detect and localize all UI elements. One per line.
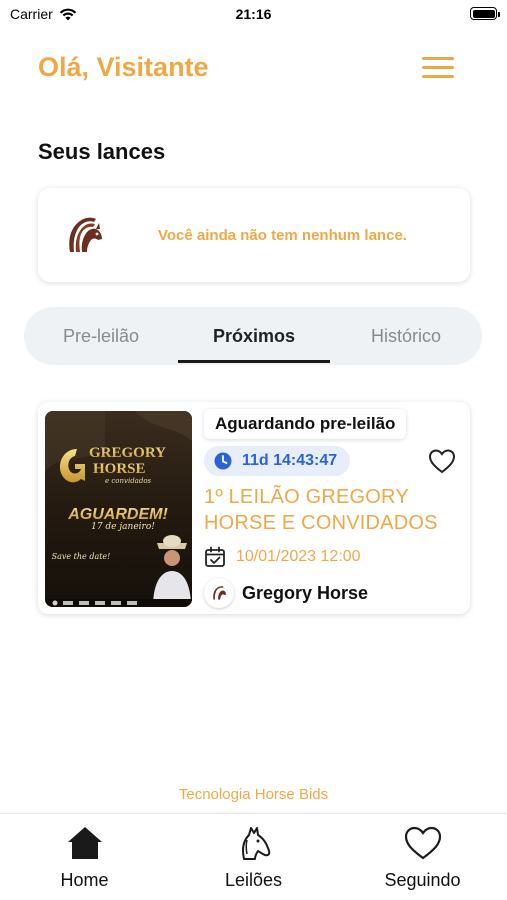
active-tab-indicator [178,360,330,363]
poster-date-line: 17 de janeiro! [91,522,155,532]
tab-pre-leilao[interactable]: Pre-leilão [24,307,178,365]
auction-poster-image: GREGORY HORSE e convidados AGUARDEM! 17 … [45,411,192,607]
nav-home[interactable]: Home [0,814,169,900]
poster-tagline: Save the date! [52,552,111,561]
tab-proximos[interactable]: Próximos [178,307,330,365]
horse-head-icon [241,827,270,860]
hamburger-menu-icon[interactable] [422,55,456,81]
bids-section-title: Seus lances [38,139,166,164]
bottom-navigation: Home Leilões Seguindo [0,813,507,900]
auction-owner-row[interactable]: Gregory Horse [204,578,368,608]
poster-brand-sub: e convidados [105,477,152,485]
owner-avatar [204,578,234,608]
poster-brand-bottom: HORSE [93,461,146,477]
nav-leiloes-label: Leilões [224,870,283,890]
nav-seguindo[interactable]: Seguindo [338,814,507,900]
poster-brand-top: GREGORY [89,445,166,461]
clock-icon [214,452,232,470]
countdown-badge: 11d 14:43:47 [204,446,351,476]
powered-by-text: Tecnologia Horse Bids [178,786,329,803]
calendar-check-icon [205,546,225,567]
horse-bids-logo-icon [69,217,102,252]
greeting-title: Olá, Visitante [38,52,209,82]
auction-title: 1º LEILÃO GREGORY HORSE E CONVIDADOS [204,486,438,534]
bids-empty-card: Você ainda não tem nenhum lance. [38,188,470,282]
auction-card[interactable]: GREGORY HORSE e convidados AGUARDEM! 17 … [38,402,470,614]
clock: 21:16 [235,6,272,22]
auction-date-row: 10/01/2023 12:00 [204,546,361,568]
tab-historico[interactable]: Histórico [330,307,482,365]
horse-bids-logo-icon [213,586,227,600]
auction-date: 10/01/2023 12:00 [236,548,361,565]
battery-icon [470,7,500,20]
poster-headline: AGUARDEM! [67,506,168,523]
countdown-text: 11d 14:43:47 [242,452,338,469]
home-icon [67,827,102,859]
owner-name: Gregory Horse [242,582,369,603]
poster-artwork: GREGORY HORSE e convidados AGUARDEM! 17 … [45,411,192,607]
favorite-heart-icon[interactable] [428,448,456,474]
no-bids-message: Você ainda não tem nenhum lance. [158,227,407,244]
status-bar: Carrier 21:16 [0,0,507,30]
auction-status-badge: Aguardando pre-leilão [204,409,407,439]
nav-seguindo-label: Seguindo [384,870,461,890]
nav-home-label: Home [60,870,109,890]
heart-icon [404,826,441,860]
auction-tabs: Pre-leilão Próximos Histórico [24,307,482,365]
nav-leiloes[interactable]: Leilões [169,814,338,900]
